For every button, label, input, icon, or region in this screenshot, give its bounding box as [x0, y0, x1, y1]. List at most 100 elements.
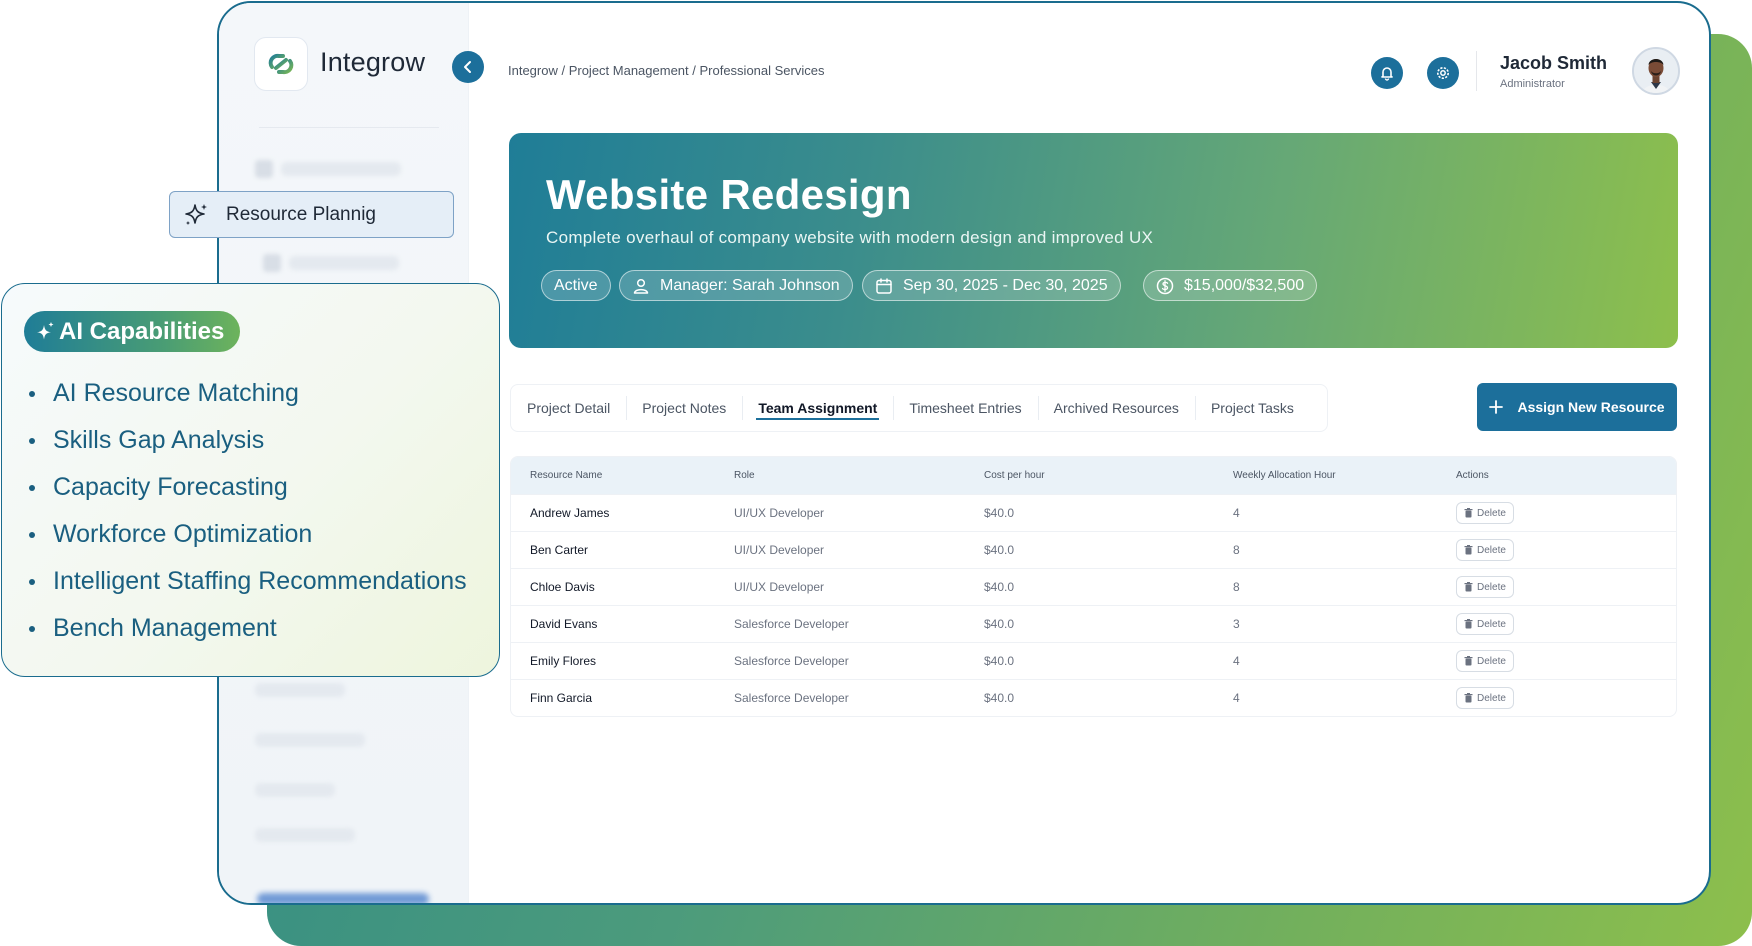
dates-chip: Sep 30, 2025 - Dec 30, 2025 — [862, 270, 1121, 301]
actions-cell: Delete — [1456, 687, 1676, 709]
column-header: Actions — [1456, 470, 1489, 481]
topbar-divider — [1476, 51, 1477, 91]
column-header: Weekly Allocation Hour — [1233, 470, 1336, 481]
ai-capabilities-title: AI Capabilities — [59, 317, 225, 345]
bullet — [29, 484, 35, 491]
capability-text: Capacity Forecasting — [53, 473, 288, 501]
ai-capabilities-panel: AI Capabilities AI Resource Matching Ski… — [1, 283, 500, 677]
dates-text: Sep 30, 2025 - Dec 30, 2025 — [903, 276, 1108, 294]
delete-button[interactable]: Delete — [1456, 613, 1514, 635]
bullet — [29, 625, 35, 632]
table-row: Chloe Davis UI/UX Developer $40.0 8 Delete — [511, 568, 1676, 605]
table-body: Andrew James UI/UX Developer $40.0 4 Delete B… — [511, 494, 1676, 716]
cost-cell: $40.0 — [984, 654, 1015, 668]
user-icon — [633, 278, 649, 294]
ai-capabilities-badge: AI Capabilities — [24, 311, 241, 352]
hours-cell: 4 — [1233, 691, 1240, 705]
role-cell: UI/UX Developer — [734, 506, 825, 520]
bullet — [29, 437, 35, 444]
role-cell: UI/UX Developer — [734, 580, 825, 594]
sidebar-blurred-item — [255, 828, 355, 842]
delete-button[interactable]: Delete — [1456, 576, 1514, 598]
hours-cell: 3 — [1233, 617, 1240, 631]
resource-name-cell: Emily Flores — [530, 654, 597, 668]
assign-new-resource-button[interactable]: Assign New Resource — [1477, 383, 1677, 431]
tab-team-assignment[interactable]: Team Assignment — [742, 384, 893, 432]
table-row: Ben Carter UI/UX Developer $40.0 8 Delete — [511, 531, 1676, 568]
tab-archived-resources[interactable]: Archived Resources — [1037, 384, 1195, 432]
capability-text: AI Resource Matching — [53, 379, 299, 407]
table-row: Emily Flores Salesforce Developer $40.0 4 De… — [511, 642, 1676, 679]
cost-cell: $40.0 — [984, 617, 1015, 631]
sidebar-blurred-item — [255, 733, 365, 747]
column-header: Role — [734, 470, 755, 481]
capability-text: Workforce Optimization — [53, 520, 313, 548]
status-text: Active — [554, 276, 598, 294]
breadcrumb[interactable]: Integrow / Project Management / Professi… — [508, 63, 824, 78]
project-title: Website Redesign — [546, 171, 912, 218]
bullet — [29, 531, 35, 538]
team-assignment-table: Resource Name Role Cost per hour Weekly … — [510, 456, 1677, 717]
role-cell: Salesforce Developer — [734, 654, 849, 668]
trash-icon — [1464, 619, 1473, 629]
actions-cell: Delete — [1456, 576, 1676, 598]
hours-cell: 8 — [1233, 580, 1240, 594]
hours-cell: 8 — [1233, 543, 1240, 557]
list-item: Skills Gap Analysis — [29, 417, 467, 464]
resource-name-cell: Ben Carter — [530, 543, 589, 557]
project-header: Website Redesign Complete overhaul of co… — [509, 133, 1678, 348]
notifications-button[interactable] — [1371, 57, 1403, 89]
trash-icon — [1464, 582, 1473, 592]
tab-timesheet-entries[interactable]: Timesheet Entries — [893, 384, 1037, 432]
assign-button-label: Assign New Resource — [1517, 399, 1665, 415]
resource-name-cell: Andrew James — [530, 506, 610, 520]
chevron-left-icon — [464, 61, 471, 73]
list-item: AI Resource Matching — [29, 370, 467, 417]
avatar[interactable] — [1632, 47, 1680, 95]
trash-icon — [1464, 656, 1473, 666]
resource-planning-item[interactable]: Resource Plannig — [169, 191, 454, 238]
delete-label: Delete — [1477, 581, 1506, 593]
actions-cell: Delete — [1456, 650, 1676, 672]
list-item: Capacity Forecasting — [29, 464, 467, 511]
tab-project-detail[interactable]: Project Detail — [511, 384, 626, 432]
capability-text: Bench Management — [53, 614, 277, 642]
plus-icon — [1489, 400, 1504, 414]
settings-button[interactable] — [1427, 57, 1459, 89]
hours-cell: 4 — [1233, 506, 1240, 520]
tab-project-tasks[interactable]: Project Tasks — [1194, 384, 1310, 432]
collapse-sidebar-button[interactable] — [452, 51, 484, 83]
delete-button[interactable]: Delete — [1456, 650, 1514, 672]
delete-label: Delete — [1477, 618, 1506, 630]
table-row: David Evans Salesforce Developer $40.0 3 Del… — [511, 605, 1676, 642]
logo-icon[interactable] — [254, 37, 308, 91]
role-cell: UI/UX Developer — [734, 543, 825, 557]
trash-icon — [1464, 545, 1473, 555]
budget-text: $15,000/$32,500 — [1184, 276, 1305, 294]
column-header: Resource Name — [530, 470, 603, 481]
sparkle-icon — [185, 203, 207, 225]
resource-name-cell: David Evans — [530, 617, 598, 631]
sparkle-icon — [37, 321, 54, 339]
tab-project-notes[interactable]: Project Notes — [626, 384, 742, 432]
brand-name: Integrow — [320, 47, 426, 77]
project-tabs: Project Detail Project Notes Team Assign… — [510, 384, 1328, 432]
manager-text: Manager: Sarah Johnson — [660, 276, 840, 294]
actions-cell: Delete — [1456, 539, 1676, 561]
delete-label: Delete — [1477, 544, 1506, 556]
delete-label: Delete — [1477, 655, 1506, 667]
delete-button[interactable]: Delete — [1456, 539, 1514, 561]
actions-cell: Delete — [1456, 502, 1676, 524]
sidebar-blurred-item — [289, 256, 399, 270]
bullet — [29, 390, 35, 397]
resource-name-cell: Chloe Davis — [530, 580, 595, 594]
user-name[interactable]: Jacob Smith — [1500, 53, 1607, 74]
ai-capabilities-list: AI Resource Matching Skills Gap Analysis… — [29, 370, 467, 652]
sidebar-blurred-item — [255, 783, 335, 797]
table-header: Resource Name Role Cost per hour Weekly … — [511, 457, 1676, 494]
delete-button[interactable]: Delete — [1456, 687, 1514, 709]
delete-button[interactable]: Delete — [1456, 502, 1514, 524]
actions-cell: Delete — [1456, 613, 1676, 635]
role-cell: Salesforce Developer — [734, 691, 849, 705]
project-description: Complete overhaul of company website wit… — [546, 228, 1154, 247]
